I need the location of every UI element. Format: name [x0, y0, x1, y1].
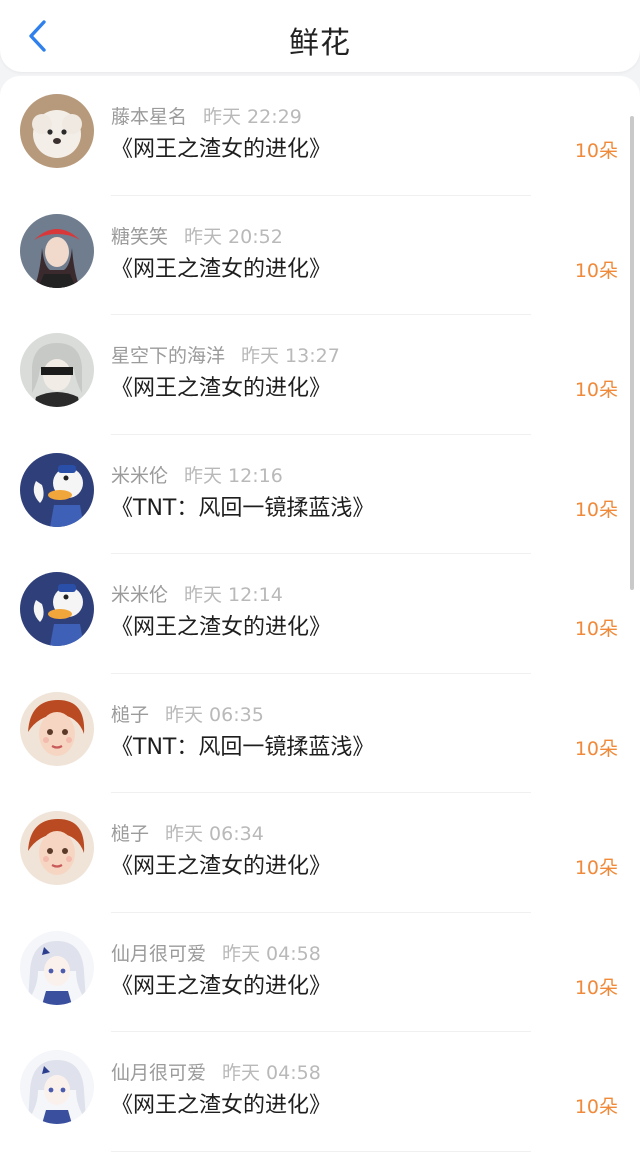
gift-list: 藤本星名 昨天 22:29 《网王之渣女的进化》 10朵 糖笑笑 昨天 20:52 …	[0, 76, 640, 1156]
item-meta: 仙月很可爱 昨天 04:58	[111, 1058, 321, 1085]
page-title: 鲜花	[289, 26, 351, 61]
timestamp: 昨天 04:58	[222, 942, 321, 965]
flower-count: 10朵	[574, 1096, 618, 1118]
timestamp: 昨天 06:35	[165, 703, 264, 726]
timestamp: 昨天 13:27	[241, 345, 340, 367]
flower-count: 10朵	[574, 140, 618, 162]
timestamp: 昨天 12:14	[184, 584, 283, 606]
book-title[interactable]: 《网王之渣女的进化》	[111, 609, 331, 641]
timestamp: 昨天 22:29	[203, 106, 302, 128]
user-name: 米米伦	[111, 584, 169, 606]
list-item[interactable]: 藤本星名 昨天 22:29 《网王之渣女的进化》 10朵	[0, 76, 640, 196]
list-item[interactable]: 糖笑笑 昨天 20:52 《网王之渣女的进化》 10朵	[0, 196, 640, 315]
scrollbar[interactable]	[630, 116, 634, 590]
user-name: 米米伦	[111, 464, 169, 487]
timestamp: 昨天 06:34	[165, 823, 264, 845]
avatar[interactable]	[20, 94, 94, 168]
avatar[interactable]	[20, 572, 94, 646]
timestamp: 昨天 04:58	[222, 1062, 321, 1084]
item-meta: 槌子 昨天 06:35	[111, 700, 264, 727]
list-item[interactable]: 星空下的海洋 昨天 13:27 《网王之渣女的进化》 10朵	[0, 315, 640, 435]
list-item[interactable]: 槌子 昨天 06:34 《网王之渣女的进化》 10朵	[0, 793, 640, 913]
avatar[interactable]	[20, 452, 94, 527]
flower-count: 10朵	[574, 857, 618, 879]
user-name: 星空下的海洋	[111, 345, 226, 367]
list-item[interactable]: 槌子 昨天 06:35 《TNT：风回一镜揉蓝浅》 10朵	[0, 674, 640, 793]
user-name: 仙月很可爱	[111, 942, 207, 965]
flower-count: 10朵	[574, 976, 618, 999]
flower-count: 10朵	[574, 259, 618, 282]
book-title[interactable]: 《网王之渣女的进化》	[111, 131, 331, 163]
user-name: 仙月很可爱	[111, 1062, 207, 1084]
user-name: 糖笑笑	[111, 225, 169, 248]
book-title[interactable]: 《网王之渣女的进化》	[111, 968, 331, 1000]
list-item[interactable]: 米米伦 昨天 12:16 《TNT：风回一镜揉蓝浅》 10朵	[0, 435, 640, 554]
flower-count: 10朵	[574, 498, 618, 521]
item-meta: 糖笑笑 昨天 20:52	[111, 222, 283, 249]
book-title[interactable]: 《网王之渣女的进化》	[111, 370, 331, 402]
item-meta: 米米伦 昨天 12:16	[111, 461, 283, 488]
item-meta: 槌子 昨天 06:34	[111, 819, 264, 846]
avatar[interactable]	[20, 691, 94, 766]
book-title[interactable]: 《网王之渣女的进化》	[111, 1087, 331, 1119]
book-title[interactable]: 《TNT：风回一镜揉蓝浅》	[111, 729, 374, 761]
item-meta: 藤本星名 昨天 22:29	[111, 102, 302, 129]
flower-count: 10朵	[574, 737, 618, 760]
user-name: 槌子	[111, 823, 150, 845]
book-title[interactable]: 《网王之渣女的进化》	[111, 251, 331, 283]
timestamp: 昨天 12:16	[184, 464, 283, 487]
user-name: 槌子	[111, 703, 150, 726]
item-meta: 米米伦 昨天 12:14	[111, 580, 283, 607]
avatar[interactable]	[20, 930, 94, 1005]
timestamp: 昨天 20:52	[184, 225, 283, 248]
avatar[interactable]	[20, 811, 94, 885]
list-item[interactable]: 米米伦 昨天 12:14 《网王之渣女的进化》 10朵	[0, 554, 640, 674]
flower-count: 10朵	[574, 618, 618, 640]
avatar[interactable]	[20, 333, 94, 407]
divider	[111, 1150, 531, 1152]
book-title[interactable]: 《网王之渣女的进化》	[111, 848, 331, 880]
list-item[interactable]: 仙月很可爱 昨天 04:58 《网王之渣女的进化》 10朵	[0, 913, 640, 1032]
avatar[interactable]	[20, 213, 94, 288]
top-bar: 鲜花	[0, 0, 640, 72]
list-item[interactable]: 仙月很可爱 昨天 04:58 《网王之渣女的进化》 10朵	[0, 1032, 640, 1152]
book-title[interactable]: 《TNT：风回一镜揉蓝浅》	[111, 490, 374, 522]
avatar[interactable]	[20, 1050, 94, 1124]
item-meta: 仙月很可爱 昨天 04:58	[111, 939, 321, 966]
item-meta: 星空下的海洋 昨天 13:27	[111, 341, 340, 368]
flower-count: 10朵	[574, 379, 618, 401]
user-name: 藤本星名	[111, 106, 188, 128]
